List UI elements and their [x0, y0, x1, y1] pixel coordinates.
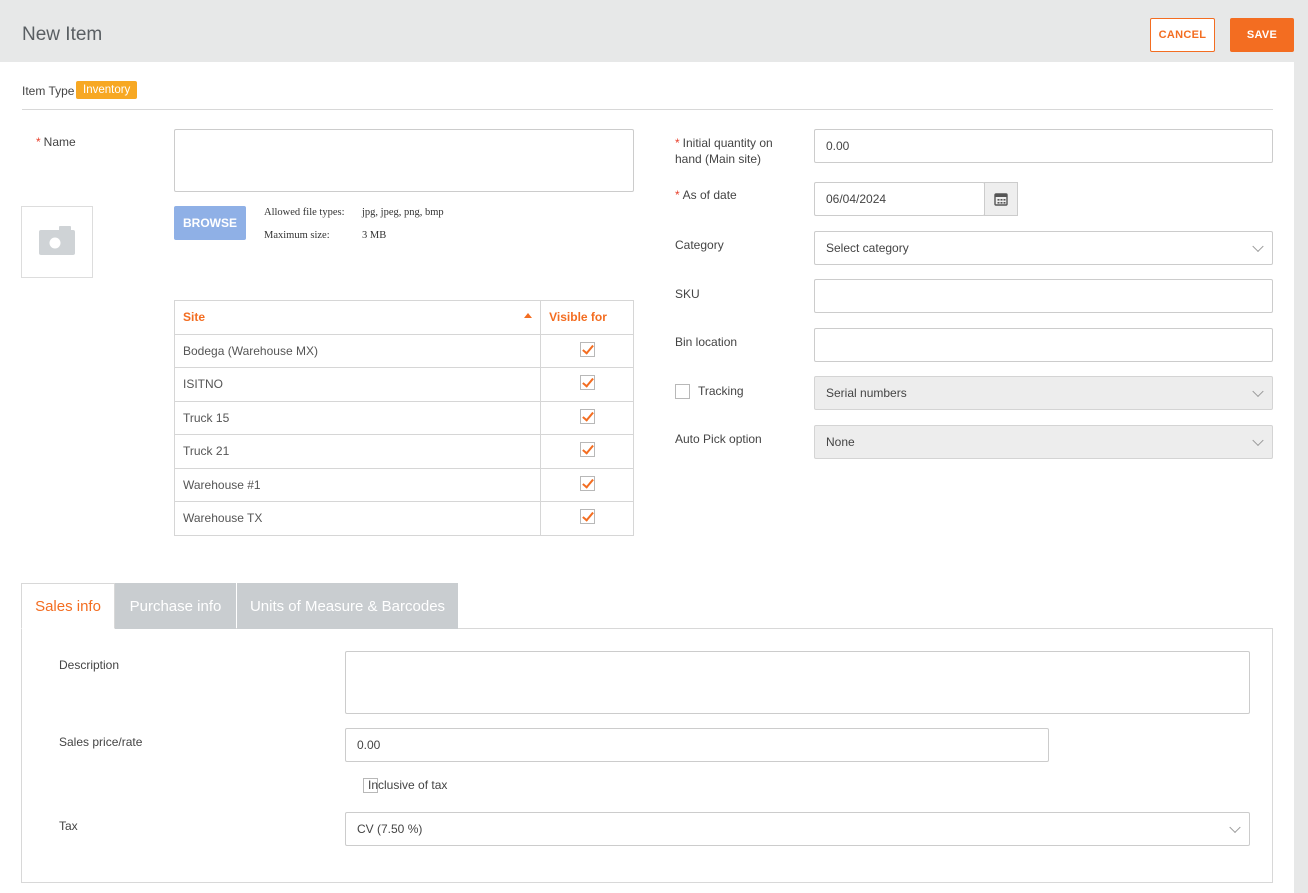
- description-label: Description: [59, 658, 120, 672]
- as-of-date-label: * As of date: [675, 188, 737, 202]
- visible-checkbox[interactable]: [579, 442, 595, 458]
- chevron-down-icon: [1252, 240, 1264, 253]
- table-row: Warehouse TX: [173, 501, 634, 536]
- sort-asc-icon: [524, 313, 533, 318]
- bin-location-label: Bin location: [675, 335, 738, 349]
- site-name: Truck 21: [173, 434, 542, 469]
- site-name: Truck 15: [173, 400, 542, 435]
- table-row: Bodega (Warehouse MX): [173, 333, 634, 368]
- allowed-types-value: jpg, jpeg, png, bmp: [362, 207, 444, 218]
- item-type-badge: Inventory: [76, 81, 138, 99]
- camera-icon: [39, 226, 75, 255]
- bin-location-input[interactable]: [814, 328, 1273, 362]
- chevron-down-icon: [1229, 821, 1241, 834]
- max-size-value: 3 MB: [362, 230, 387, 241]
- tax-label: Tax: [59, 819, 78, 833]
- name-input[interactable]: [174, 129, 634, 192]
- initial-qty-label: * Initial quantity on hand (Main site): [675, 136, 773, 166]
- table-row: ISITNO: [173, 367, 634, 402]
- visible-checkbox[interactable]: [579, 341, 595, 357]
- tax-select[interactable]: CV (7.50 %): [345, 812, 1250, 846]
- table-row: Truck 21: [173, 434, 634, 469]
- category-select[interactable]: Select category: [814, 231, 1273, 265]
- as-of-date-input[interactable]: 06/04/2024: [814, 182, 985, 216]
- chevron-down-icon: [1252, 385, 1264, 398]
- tracking-checkbox[interactable]: [675, 384, 690, 399]
- column-header-visible-for: Visible for: [540, 300, 634, 335]
- tracking-select: Serial numbers: [814, 376, 1273, 410]
- inclusive-tax-label: Inclusive of tax: [368, 778, 448, 792]
- sales-price-label: Sales price/rate: [59, 735, 143, 749]
- tracking-label: Tracking: [698, 384, 744, 398]
- column-header-site[interactable]: Site: [173, 300, 542, 335]
- visible-checkbox[interactable]: [579, 509, 595, 525]
- table-header-row: Site Visible for: [173, 300, 634, 335]
- category-label: Category: [675, 238, 724, 252]
- max-size-label: Maximum size:: [264, 230, 330, 241]
- tab-purchase-info[interactable]: Purchase info: [115, 583, 236, 629]
- auto-pick-label: Auto Pick option: [675, 432, 762, 446]
- tab-sales-info[interactable]: Sales info: [21, 583, 115, 629]
- tab-units-of-measure[interactable]: Units of Measure & Barcodes: [237, 583, 458, 629]
- save-button[interactable]: SAVE: [1230, 18, 1294, 52]
- allowed-types-label: Allowed file types:: [264, 207, 345, 218]
- item-type-divider: [22, 109, 1273, 110]
- sites-table: Site Visible for Bodega (Warehouse MX) I…: [173, 300, 634, 536]
- site-name: Warehouse #1: [173, 467, 542, 502]
- visible-checkbox[interactable]: [579, 375, 595, 391]
- site-name: Bodega (Warehouse MX): [173, 333, 542, 368]
- table-row: Warehouse #1: [173, 467, 634, 502]
- site-name: Warehouse TX: [173, 501, 542, 536]
- name-label: * Name: [36, 135, 76, 149]
- calendar-button[interactable]: [984, 182, 1018, 216]
- cancel-button[interactable]: CANCEL: [1150, 18, 1215, 52]
- site-name: ISITNO: [173, 367, 542, 402]
- page-header: New Item CANCEL SAVE: [0, 0, 1308, 62]
- table-row: Truck 15: [173, 400, 634, 435]
- calendar-icon: [994, 193, 1008, 206]
- sku-input[interactable]: [814, 279, 1273, 313]
- chevron-down-icon: [1252, 434, 1264, 447]
- auto-pick-select: None: [814, 425, 1273, 459]
- item-image-placeholder[interactable]: [21, 206, 93, 278]
- item-type-label: Item Type: [22, 84, 75, 98]
- sales-price-input[interactable]: 0.00: [345, 728, 1049, 762]
- required-mark: *: [36, 135, 41, 149]
- initial-qty-input[interactable]: 0.00: [814, 129, 1273, 163]
- visible-checkbox[interactable]: [579, 408, 595, 424]
- description-input[interactable]: [345, 651, 1250, 714]
- page-title: New Item: [22, 24, 103, 45]
- browse-button[interactable]: BROWSE: [174, 206, 246, 240]
- visible-checkbox[interactable]: [579, 475, 595, 491]
- sku-label: SKU: [675, 287, 700, 301]
